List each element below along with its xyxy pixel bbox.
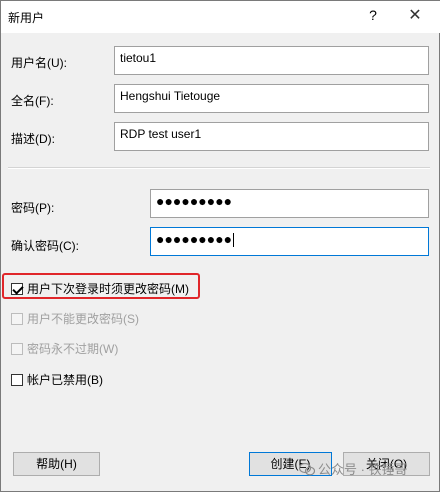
highlight-box <box>2 273 200 299</box>
fullname-input[interactable]: Hengshui Tietouge <box>114 84 429 113</box>
cannot-change-option: 用户不能更改密码(S) <box>11 310 139 327</box>
watermark: 公众号 · 铁锤哥 <box>299 459 408 478</box>
never-expires-checkbox <box>11 342 23 355</box>
account-disabled-label: 帐户已禁用(B) <box>27 373 103 387</box>
title-bar: 新用户 ? ✕ <box>1 1 441 33</box>
password-label: 密码(P): <box>11 201 55 215</box>
username-label: 用户名(U): <box>11 56 67 70</box>
username-input[interactable]: tietou1 <box>114 46 429 75</box>
never-expires-option: 密码永不过期(W) <box>11 340 118 357</box>
close-icon[interactable]: ✕ <box>403 5 427 27</box>
help-icon[interactable]: ? <box>365 7 381 25</box>
account-disabled-checkbox[interactable] <box>11 373 23 386</box>
text-caret <box>233 233 235 248</box>
new-user-dialog: 新用户 ? ✕ 用户名(U): tietou1 全名(F): Hengshui … <box>0 0 441 492</box>
description-label: 描述(D): <box>11 132 55 146</box>
account-disabled-option[interactable]: 帐户已禁用(B) <box>11 371 103 388</box>
confirm-password-value: ●●●●●●●●● <box>156 231 233 247</box>
confirm-password-label: 确认密码(C): <box>11 239 79 253</box>
never-expires-label: 密码永不过期(W) <box>27 342 119 356</box>
confirm-password-input[interactable]: ●●●●●●●●● <box>150 227 429 256</box>
cannot-change-label: 用户不能更改密码(S) <box>27 312 139 326</box>
description-input[interactable]: RDP test user1 <box>114 122 429 151</box>
dialog-title: 新用户 <box>8 11 45 25</box>
help-button[interactable]: 帮助(H) <box>13 452 100 476</box>
fullname-label: 全名(F): <box>11 94 54 108</box>
cannot-change-checkbox <box>11 312 23 325</box>
watermark-text: 公众号 · 铁锤哥 <box>318 462 408 477</box>
wechat-icon <box>299 462 315 475</box>
password-input[interactable]: ●●●●●●●●● <box>150 189 429 218</box>
divider <box>8 167 430 169</box>
